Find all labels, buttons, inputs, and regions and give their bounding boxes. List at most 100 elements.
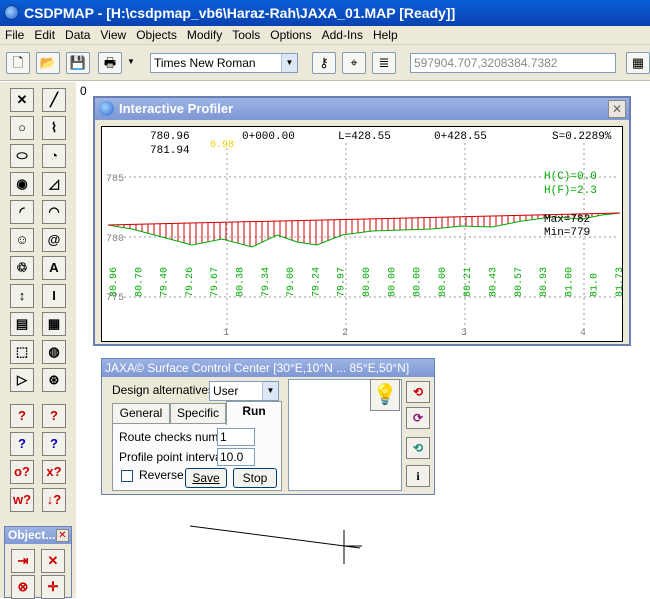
reverse-checkbox[interactable] [121,470,133,482]
menu-view[interactable]: View [95,26,131,44]
profile-plot[interactable]: 80.96 80.70 79.40 79.26 79.67 80.38 79.34 79.00… [101,126,623,342]
vertical-text-icon[interactable]: I [42,284,66,308]
design-alternatives-select[interactable]: User ▼ [209,381,279,401]
object-cross-icon[interactable]: ✕ [41,549,65,573]
header-left2: 781.94 [150,145,190,157]
profile-value-5: 80.38 [236,267,247,297]
window-title: CSDPMAP - [H:\csdpmap_vb6\Haraz-Rah\JAXA… [24,5,456,21]
query-x-icon[interactable]: x? [42,460,66,484]
close-icon[interactable]: ✕ [608,100,626,118]
open-folder-icon[interactable]: 📂 [36,52,60,74]
profile-value-17: 80.93 [539,267,550,297]
tab-specific[interactable]: Specific [170,403,226,423]
coordinates-value: 597904.707,3208384.7382 [414,56,558,70]
tab-run[interactable]: Run [226,401,282,425]
key-icon[interactable]: ⚷ [312,52,336,74]
tab-general[interactable]: General [112,403,170,423]
menu-data[interactable]: Data [60,26,95,44]
ring-icon[interactable]: ◉ [10,172,34,196]
route-checks-input[interactable]: 1 [217,428,255,446]
query-w-icon[interactable]: w? [10,488,34,512]
ellipse-icon[interactable]: ⬭ [10,144,34,168]
circle-icon[interactable]: ○ [10,116,34,140]
profile-value-19: 81.0 [590,273,601,297]
menu-edit[interactable]: Edit [29,26,60,44]
profile-value-3: 79.26 [185,267,196,297]
profile-value-9: 79.97 [337,267,348,297]
objects-window: Object... ✕ ⇥ ✕ ⊗ ✛ [4,526,72,599]
profiler-title: Interactive Profiler [119,101,234,116]
cube-icon[interactable]: ⬚ [10,340,34,364]
query-line-icon[interactable]: ? [42,404,66,428]
stop-button[interactable]: Stop [233,468,277,488]
jaxa-title-bar[interactable]: JAXA© Surface Control Center [30°E,10°N … [102,359,434,377]
profile-values: 80.96 80.70 79.40 79.26 79.67 80.38 79.34 79.00… [109,267,622,297]
cross-point-icon[interactable]: ✕ [10,88,34,112]
object-plus-icon[interactable]: ✛ [41,575,65,599]
menu-addins[interactable]: Add-Ins [317,26,368,44]
profile-value-12: 80.00 [413,267,424,297]
menu-help[interactable]: Help [368,26,403,44]
font-select[interactable]: Times New Roman ▼ [150,53,298,73]
print-icon[interactable]: 🖶 [98,52,122,74]
spiral-icon[interactable]: @ [42,228,66,252]
chevron-down-icon[interactable]: ▼ [281,54,297,72]
route-checks-label: Route checks num: [119,430,222,444]
map-symbol-icon[interactable]: ♲ [10,256,34,280]
layers-icon[interactable]: ≣ [372,52,396,74]
arc-icon[interactable]: ◜ [10,200,34,224]
query-down-icon[interactable]: ↓? [42,488,66,512]
coordinates-field: 597904.707,3208384.7382 [410,53,616,73]
profile-value-15: 80.43 [489,267,500,297]
menu-objects[interactable]: Objects [131,26,182,44]
profile-value-4: 79.67 [210,267,221,297]
query-circle-icon[interactable]: o? [10,460,34,484]
arc-edit-icon[interactable]: ◿ [42,172,66,196]
hf-label: H(F)=2.3 [544,185,597,197]
profile-interval-input[interactable]: 10.0 [217,448,255,466]
save-icon[interactable]: 💾 [66,52,90,74]
grid-icon[interactable]: ▦ [42,312,66,336]
x-label-2: 2 [342,328,348,339]
route-red-icon[interactable]: ⟲ [406,381,430,403]
close-icon[interactable]: ✕ [56,529,69,542]
lightbulb-icon[interactable]: 💡 [370,379,400,411]
info-icon[interactable]: i [406,465,430,487]
grid-3d-icon[interactable]: ▤ [10,312,34,336]
menu-tools[interactable]: Tools [227,26,265,44]
line-icon[interactable]: ╱ [42,88,66,112]
target-icon[interactable]: ⊛ [42,368,66,392]
polyline-icon[interactable]: ⌇ [42,116,66,140]
query-layer-icon[interactable]: ? [42,432,66,456]
chevron-down-icon[interactable]: ▼ [262,382,278,400]
menu-options[interactable]: Options [265,26,316,44]
circle-zoom-icon[interactable]: ◔ [42,144,66,168]
measure-icon[interactable]: ⌖ [342,52,366,74]
north-arrow-icon[interactable]: ↕ [10,284,34,308]
route-teal-icon[interactable]: ⟲ [406,437,430,459]
toolbar: 🗋 📂 💾 🖶 ▼ Times New Roman ▼ ⚷ ⌖ ≣ 597904… [0,45,650,81]
profile-value-20: 81.73 [615,267,622,297]
jaxa-control-window: JAXA© Surface Control Center [30°E,10°N … [101,358,435,495]
smiley-icon[interactable]: ☺ [10,228,34,252]
save-button[interactable]: Save [185,468,227,488]
query-color-icon[interactable]: ? [10,432,34,456]
new-file-icon[interactable]: 🗋 [6,52,30,74]
text-icon[interactable]: A [42,256,66,280]
object-circle-icon[interactable]: ⊗ [11,575,35,599]
header-yellow: 0.98 [210,140,234,151]
object-point-icon[interactable]: ⇥ [11,549,35,573]
print-dropdown-icon[interactable]: ▼ [124,52,138,74]
menu-modify[interactable]: Modify [182,26,227,44]
profiler-title-bar[interactable]: Interactive Profiler [95,98,629,120]
reverse-label: Reverse [139,468,184,482]
grid-view-icon[interactable]: ▦ [626,52,650,74]
x-label-4: 4 [580,328,586,339]
triangle-icon[interactable]: ▷ [10,368,34,392]
menu-file[interactable]: File [0,26,29,44]
query-point-icon[interactable]: ? [10,404,34,428]
globe-icon[interactable]: ◍ [42,340,66,364]
arc-spiral-icon[interactable]: ◠ [42,200,66,224]
route-purple-icon[interactable]: ⟳ [406,407,430,429]
tool-palette: ✕ ╱ ○ ⌇ ⬭ ◔ ◉ ◿ ◜ ◠ ☺ @ ♲ A ↕ I ▤ ▦ ⬚ ◍ … [0,82,76,598]
